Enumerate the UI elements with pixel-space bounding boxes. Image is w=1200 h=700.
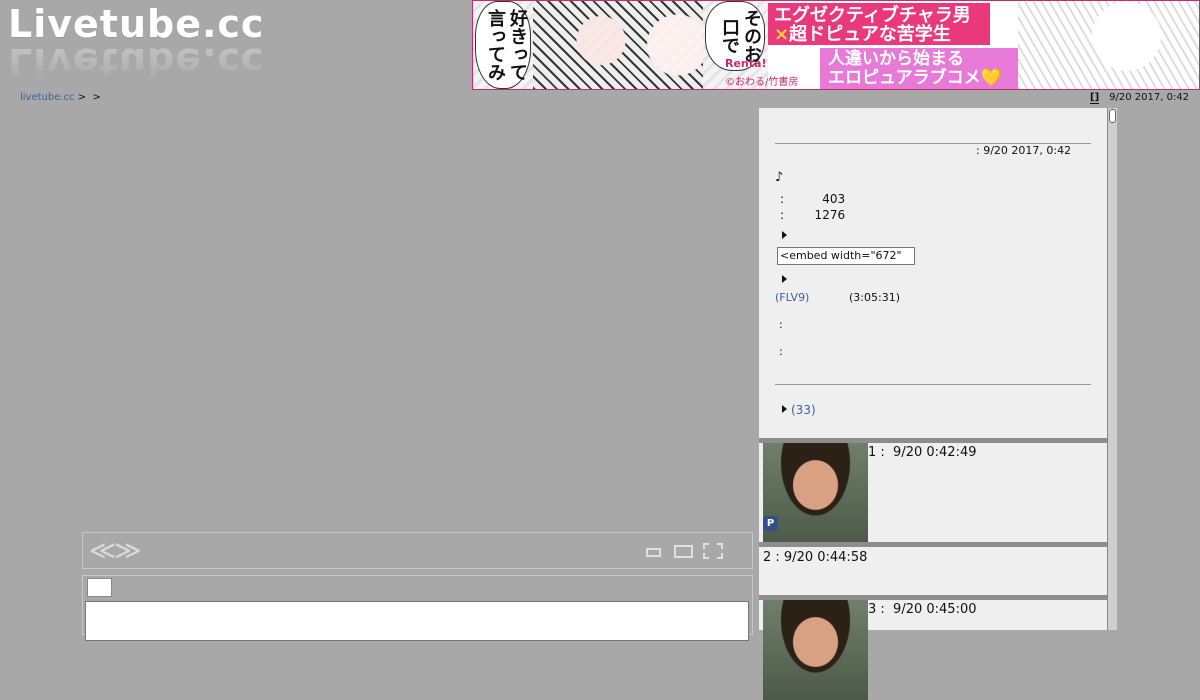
logo-reflection: Livetube.cc [8, 40, 265, 84]
player-control-bar: ≪≫ [82, 532, 753, 569]
top-status: [] 9/20 2017, 0:42 [1090, 92, 1189, 104]
ad-manga-faces [533, 1, 703, 89]
site-logo[interactable]: Livetube.cc Livetube.cc [8, 4, 318, 84]
large-size-icon[interactable] [674, 545, 693, 558]
ad-line3: 人違いから始まる [828, 49, 964, 69]
comment-header: 3 : 9/20 0:45:00 [868, 602, 977, 617]
logo-text: Livetube.cc [8, 2, 265, 46]
ad-line1: エグゼクティブチャラ男 [774, 5, 971, 26]
ad-brand: Renta! [725, 57, 767, 70]
panel-scrollbar[interactable] [1107, 108, 1117, 630]
breadcrumb: livetube.cc > > [20, 92, 101, 103]
expand-triangle-icon[interactable] [782, 405, 787, 413]
ad-line2: 超ドピュアな苦学生 [789, 24, 951, 45]
small-size-icon[interactable] [646, 548, 661, 557]
expand-triangle-icon[interactable] [782, 231, 787, 239]
window-icon[interactable]: [] [1090, 92, 1100, 104]
comment-textarea[interactable] [85, 601, 749, 641]
total-count: : 1276 [780, 208, 846, 222]
viewer-count: : 403 [780, 192, 846, 206]
comment-item: 3 : 9/20 0:45:00 [759, 595, 1107, 700]
flv-download-link[interactable]: (FLV9) [775, 291, 809, 304]
comment-header: 2 : 9/20 0:44:58 [763, 550, 868, 565]
ad-copyright: ©おわる/竹書房 [725, 77, 799, 88]
comment-item: 2 : 9/20 0:44:58 [759, 542, 1107, 597]
avatar [763, 443, 868, 543]
ad-cross-mark: × [774, 24, 790, 45]
embed-code-input[interactable]: <embed width="672" [777, 247, 915, 265]
stream-duration: (3:05:31) [849, 291, 900, 304]
premium-badge-icon: P [763, 516, 778, 531]
stream-date: : 9/20 2017, 0:42 [976, 144, 1072, 157]
comment-item: P 1 : 9/20 0:42:49 [759, 438, 1107, 544]
ad-headline: エグゼクティブチャラ男 ×超ドピュアな苦学生 [768, 3, 990, 45]
comment-form [82, 575, 753, 641]
ad-manga-art-right [1018, 1, 1199, 89]
breadcrumb-home-link[interactable]: livetube.cc [20, 92, 75, 103]
comment-submit-button[interactable] [87, 578, 112, 597]
avatar [763, 600, 868, 700]
comment-header: 1 : 9/20 0:42:49 [868, 445, 977, 460]
ad-banner[interactable]: 好きって言ってみ そのお口で エグゼクティブチャラ男 ×超ドピュアな苦学生 Re… [472, 0, 1200, 90]
ad-speech-bubble-left: 好きって言ってみ [475, 1, 531, 89]
expand-triangle-icon[interactable] [782, 275, 787, 283]
scrollbar-thumb[interactable] [1109, 109, 1116, 123]
info-field: : [779, 318, 783, 331]
info-field: : [779, 345, 783, 358]
top-date: 9/20 2017, 0:42 [1109, 92, 1190, 103]
ad-line4: エロピュアラブコメ💛 [828, 68, 1002, 88]
fullscreen-icon[interactable] [703, 543, 723, 559]
stream-info-panel: : 9/20 2017, 0:42 ♪ : 403 : 1276 <embed … [759, 108, 1107, 438]
ad-tagline: 人違いから始まる エロピュアラブコメ💛 [820, 48, 1030, 89]
prev-next-icon[interactable]: ≪≫ [89, 537, 141, 565]
music-note: ♪ [775, 170, 784, 185]
breadcrumb-separator: > [92, 92, 101, 103]
comments-count-link[interactable]: (33) [791, 403, 816, 417]
divider [775, 384, 1091, 385]
breadcrumb-separator: > [77, 92, 87, 103]
